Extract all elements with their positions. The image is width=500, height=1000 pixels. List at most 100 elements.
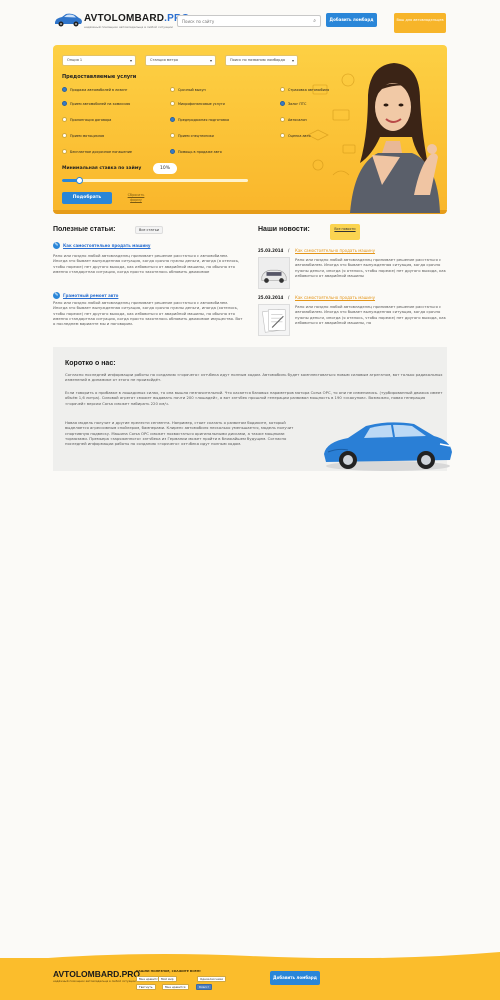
service-label: Прием спецтехники [178, 133, 214, 138]
pencil-icon: ✎ [53, 292, 60, 299]
news-separator: / [288, 248, 290, 253]
radio-icon [280, 117, 285, 122]
name-search-value: Поиск по названию ломбарда [230, 58, 285, 62]
rate-title: Минимальная ставка по займу [62, 166, 142, 171]
article-excerpt: Рано или поздно любой автовладелец прини… [53, 300, 243, 327]
service-label: Продажа автомобилей в лизинг [70, 87, 128, 92]
service-label: Бесплатное досрочное погашение [70, 149, 132, 154]
about-paragraph: Если говорить о прибавке в лошадиных сил… [65, 390, 443, 406]
service-label: Микрофинансовые услуги [178, 101, 225, 106]
pencil-icon: ✎ [53, 242, 60, 249]
service-checkbox[interactable]: Пролонгация договора [62, 117, 111, 122]
option-select-value: Опция 1 [67, 58, 83, 62]
option-select[interactable]: Опция 1 ▾ [62, 55, 136, 66]
radio-icon [62, 133, 67, 138]
service-checkbox[interactable]: Срочный выкуп [170, 87, 206, 92]
metro-station-select[interactable]: Станция метро ▾ [145, 55, 216, 66]
services-title: Предоставляемые услуги [62, 74, 137, 80]
service-checkbox[interactable]: Прием автомобилей на комиссию [62, 101, 130, 106]
radio-icon [170, 149, 175, 154]
search-box: ⌕ [177, 15, 321, 27]
footer-add-lombard-button[interactable]: Добавить ломбард [270, 971, 320, 985]
share-button-ok[interactable]: Одноклассники [197, 976, 227, 982]
radio-icon [170, 117, 175, 122]
news-separator: / [288, 295, 290, 300]
rate-slider-handle[interactable] [76, 177, 83, 184]
about-paragraph: Новая модель получит и другие прелести с… [65, 420, 294, 447]
article-link[interactable]: Грамотный ремонт авто [63, 293, 118, 298]
about-title: Коротко о нас: [65, 360, 116, 367]
share-button-vk[interactable]: Мне нравится [162, 984, 189, 990]
logo-title-main: AVTOLOMBARD [84, 13, 165, 24]
service-checkbox[interactable]: Предпродажная подготовка [170, 117, 229, 122]
service-checkbox[interactable]: Прием мотоциклов [62, 133, 104, 138]
blue-car-image [324, 422, 452, 471]
news-excerpt: Рано или поздно любой автовладелец прини… [295, 257, 446, 278]
service-checkbox[interactable]: Продажа автомобилей в лизинг [62, 87, 127, 92]
service-checkbox[interactable]: Прием спецтехники [170, 133, 214, 138]
service-checkbox[interactable]: Оценка авто [280, 133, 311, 138]
radio-icon [170, 101, 175, 106]
service-label: Прием автомобилей на комиссию [70, 101, 131, 106]
radio-icon [62, 149, 67, 154]
service-checkbox[interactable]: Помощь в продаже авто [170, 149, 222, 154]
radio-icon [280, 133, 285, 138]
share-button-twitter[interactable]: Твитнуть [136, 984, 156, 990]
radio-icon [280, 87, 285, 92]
article-link[interactable]: Как самостоятельно продать машину [63, 243, 151, 248]
logo-car-icon [55, 13, 82, 27]
service-label: Оценка авто [288, 133, 311, 138]
radio-icon [62, 101, 67, 106]
name-search-select[interactable]: Поиск по названию ломбарда ▾ [225, 55, 298, 66]
chevron-down-icon: ▾ [291, 58, 294, 63]
articles-title: Полезные статьи: [53, 226, 116, 233]
news-date: 25.03.2014 [258, 248, 284, 253]
news-thumbnail-car [258, 257, 290, 289]
news-excerpt: Рано или поздно любой автовладелец прини… [295, 304, 446, 325]
all-news-button[interactable]: Все новости [330, 224, 360, 240]
footer-logo[interactable]: AVTOLOMBARD.PRO [53, 969, 140, 979]
service-label: Срочный выкуп [178, 87, 206, 92]
service-label: Автосалон [288, 117, 307, 122]
rate-slider[interactable] [62, 179, 248, 182]
add-lombard-button[interactable]: Добавить ломбард [326, 13, 377, 27]
chevron-down-icon: ▾ [129, 58, 132, 63]
all-articles-button[interactable]: Все статьи [135, 226, 163, 234]
pick-button[interactable]: Подобрать [62, 192, 112, 204]
service-checkbox[interactable]: Бесплатное досрочное погашение [62, 149, 132, 154]
service-label: Помощь в продаже авто [178, 149, 222, 154]
service-label: Прием мотоциклов [70, 133, 105, 138]
about-paragraph: Согласно последней информации работы по … [65, 372, 443, 383]
service-label: Предпродажная подготовка [178, 117, 230, 122]
rate-value-badge: 10% [153, 163, 177, 174]
radio-icon [170, 87, 175, 92]
service-label: Залог ПТС [288, 101, 307, 106]
logo-title[interactable]: AVTOLOMBARD.PRO [84, 13, 189, 24]
chevron-down-icon: ▾ [209, 58, 212, 63]
service-label: Страховка автомобиля [288, 87, 330, 92]
article-excerpt: Рано или поздно любой автовладелец прини… [53, 253, 240, 274]
share-button-class[interactable]: Класс! [196, 984, 212, 990]
request-button[interactable]: Ваш для автовладельцев [394, 13, 446, 33]
service-checkbox[interactable]: Страховка автомобиля [280, 87, 329, 92]
radio-icon [170, 133, 175, 138]
radio-icon [62, 87, 67, 92]
service-label: Пролонгация договора [70, 117, 112, 122]
reset-form-link[interactable]: Сбросить форму [122, 193, 150, 203]
search-icon[interactable]: ⌕ [313, 18, 316, 24]
logo-subtitle: надёжный помощник автовладельца в любой … [84, 25, 173, 29]
share-title: НАШЛИ ПОЛЕЗНОЕ, СКАЖИТЕ ВСЕМ! [136, 969, 201, 973]
service-checkbox[interactable]: Автосалон [280, 117, 307, 122]
search-input[interactable] [178, 16, 303, 26]
radio-icon [280, 101, 285, 106]
service-checkbox[interactable]: Микрофинансовые услуги [170, 101, 225, 106]
news-date: 25.03.2014 [258, 295, 284, 300]
news-link[interactable]: Как самостоятельно продать машину [295, 248, 375, 253]
news-thumbnail-documents [258, 304, 290, 336]
news-link[interactable]: Как самостоятельно продать машину [295, 295, 375, 300]
metro-station-value: Станция метро [150, 58, 178, 62]
share-button-moimir[interactable]: Мой мир [158, 976, 177, 982]
service-checkbox[interactable]: Залог ПТС [280, 101, 306, 106]
footer-subtitle: надёжный помощник автовладельца в любой … [53, 979, 136, 983]
hero-woman-image [350, 63, 440, 213]
